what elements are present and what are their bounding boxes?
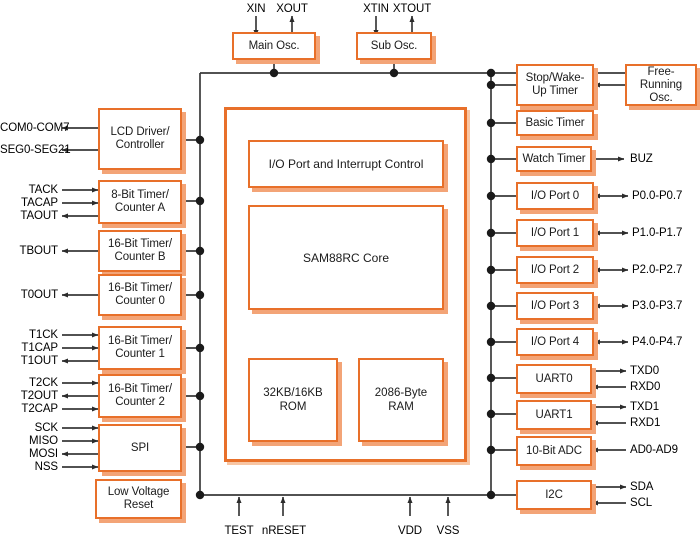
block-adc[interactable]: 10-Bit ADC [516,436,592,466]
block-sub-osc-label: Sub Osc. [370,39,418,52]
block-timer-counter-2[interactable]: 16-Bit Timer/ Counter 2 [98,374,182,418]
block-adc-label: 10-Bit ADC [526,444,582,457]
block-lcd-driver-controller[interactable]: LCD Driver/ Controller [98,108,182,170]
block-sam88rc-core[interactable]: SAM88RC Core [248,205,444,310]
signal-p3: P3.0-P3.7 [632,300,683,312]
block-timer-counter-b-label: 16-Bit Timer/ Counter B [108,238,172,263]
block-io-port-0[interactable]: I/O Port 0 [516,182,594,210]
block-io-port-4[interactable]: I/O Port 4 [516,328,594,356]
block-io-port-4-label: I/O Port 4 [530,335,580,348]
block-timer-counter-a-label: 8-Bit Timer/ Counter A [111,189,169,214]
block-uart0[interactable]: UART0 [516,364,592,394]
block-main-osc[interactable]: Main Osc. [232,32,316,60]
signal-t2out: T2OUT [20,390,58,402]
signal-tbout: TBOUT [19,245,59,257]
block-io-port-3-label: I/O Port 3 [530,299,580,312]
signal-txd0: TXD0 [630,365,659,377]
block-spi-label: SPI [130,441,150,454]
signal-nss: NSS [34,461,58,473]
signal-t2ck: T2CK [29,377,58,389]
pin-xtout: XTOUT [392,3,432,15]
block-ram[interactable]: 2086-Byte RAM [358,358,444,442]
signal-scl: SCL [630,497,653,509]
signal-t1ck: T1CK [29,329,58,341]
signal-rxd0: RXD0 [630,381,661,393]
block-diagram-canvas: Main Osc. Sub Osc. XIN XOUT XTIN XTOUT L… [0,0,700,540]
block-watch-timer-label: Watch Timer [522,152,586,165]
block-sub-osc[interactable]: Sub Osc. [356,32,432,60]
block-timer-counter-2-label: 16-Bit Timer/ Counter 2 [108,383,172,408]
block-sam88rc-core-label: SAM88RC Core [302,250,390,265]
block-spi[interactable]: SPI [98,424,182,472]
block-io-port-3[interactable]: I/O Port 3 [516,292,594,320]
block-watch-timer[interactable]: Watch Timer [516,146,592,172]
block-timer-counter-1-label: 16-Bit Timer/ Counter 1 [108,335,172,360]
signal-seg0-seg21: SEG0-SEG21 [0,144,71,156]
block-timer-counter-a[interactable]: 8-Bit Timer/ Counter A [98,180,182,224]
pin-xout: XOUT [276,3,308,15]
block-uart1[interactable]: UART1 [516,400,592,430]
block-stop-wakeup-timer[interactable]: Stop/Wake- Up Timer [516,64,594,106]
block-stop-wakeup-timer-label: Stop/Wake- Up Timer [525,72,585,97]
block-free-running-osc[interactable]: Free- Running Osc. [625,64,697,106]
signal-t2cap: T2CAP [21,403,58,415]
block-basic-timer[interactable]: Basic Timer [516,110,594,136]
signal-t1out: T1OUT [20,355,58,367]
signal-sck: SCK [34,422,58,434]
block-rom-label: 32KB/16KB ROM [263,387,323,413]
signal-p1: P1.0-P1.7 [632,227,683,239]
block-io-port-0-label: I/O Port 0 [530,189,580,202]
signal-miso: MISO [29,435,58,447]
signal-buz: BUZ [630,153,653,165]
signal-ad0-ad9: AD0-AD9 [630,444,678,456]
pin-vss: VSS [436,525,460,537]
block-free-running-osc-label: Free- Running Osc. [639,65,683,104]
signal-t1cap: T1CAP [21,342,58,354]
signal-rxd1: RXD1 [630,417,661,429]
signal-txd1: TXD1 [630,401,659,413]
signal-t0out: T0OUT [20,289,58,301]
block-i2c-label: I2C [545,488,563,501]
block-low-voltage-reset[interactable]: Low Voltage Reset [95,479,182,519]
block-io-port-1-label: I/O Port 1 [530,226,580,239]
block-rom[interactable]: 32KB/16KB ROM [248,358,338,442]
block-main-osc-label: Main Osc. [248,39,300,52]
signal-p2: P2.0-P2.7 [632,264,683,276]
block-io-port-2[interactable]: I/O Port 2 [516,256,594,284]
signal-mosi: MOSI [29,448,58,460]
block-timer-counter-0[interactable]: 16-Bit Timer/ Counter 0 [98,274,182,316]
block-basic-timer-label: Basic Timer [525,116,585,129]
block-timer-counter-b[interactable]: 16-Bit Timer/ Counter B [98,230,182,272]
block-low-voltage-reset-label: Low Voltage Reset [107,486,170,511]
block-i2c[interactable]: I2C [516,480,592,510]
block-lcd-driver-controller-label: LCD Driver/ Controller [110,126,170,151]
signal-com0-com7: COM0-COM7 [0,122,70,134]
signal-taout: TAOUT [20,210,58,222]
block-timer-counter-1[interactable]: 16-Bit Timer/ Counter 1 [98,326,182,370]
block-timer-counter-0-label: 16-Bit Timer/ Counter 0 [108,282,172,307]
block-uart1-label: UART1 [535,408,573,421]
signal-tack: TACK [28,184,59,196]
block-ram-label: 2086-Byte RAM [374,387,428,413]
pin-nreset: nRESET [261,525,307,537]
block-uart0-label: UART0 [535,372,573,385]
block-io-port-2-label: I/O Port 2 [530,263,580,276]
block-io-port-1[interactable]: I/O Port 1 [516,219,594,247]
signal-sda: SDA [630,481,654,493]
block-io-port-interrupt-control-label: I/O Port and Interrupt Control [268,157,424,171]
block-io-port-interrupt-control[interactable]: I/O Port and Interrupt Control [248,140,444,188]
signal-tacap: TACAP [21,197,58,209]
signal-p0: P0.0-P0.7 [632,190,683,202]
signal-p4: P4.0-P4.7 [632,336,683,348]
